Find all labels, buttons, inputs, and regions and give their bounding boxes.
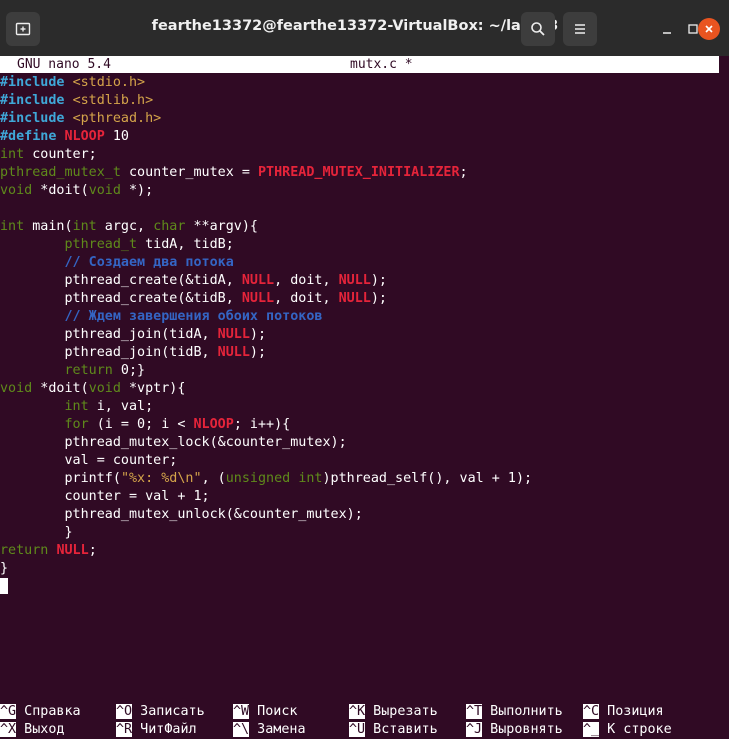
shortcut-label: ЧитФайл (132, 722, 197, 737)
code-line: pthread_create(&tidA, NULL, doit, NULL); (0, 273, 387, 288)
code-line: int main(int argc, char **argv){ (0, 219, 258, 234)
window-title: fearthe13372@fearthe13372-VirtualBox: ~/… (151, 18, 559, 34)
code-line: pthread_mutex_unlock(&counter_mutex); (0, 507, 363, 522)
shortcut-item[interactable]: ^K Вырезать (349, 703, 438, 721)
code-line: void *doit(void *); (0, 183, 154, 198)
shortcut-key: ^T (466, 704, 483, 719)
shortcut-label: Вставить (365, 722, 438, 737)
new-tab-icon (15, 22, 31, 36)
shortcut-item[interactable]: ^X Выход (0, 721, 65, 739)
nano-header-bar: GNU nano 5.4 mutx.c * (0, 56, 719, 73)
code-line: #define NLOOP 10 (0, 129, 129, 144)
shortcut-label: Записать (132, 704, 205, 719)
shortcut-item[interactable]: ^_ К строке (583, 721, 672, 739)
search-button[interactable] (521, 12, 555, 46)
shortcut-key: ^K (349, 704, 366, 719)
code-line: int counter; (0, 147, 97, 162)
code-line: pthread_create(&tidB, NULL, doit, NULL); (0, 291, 387, 306)
nano-version: GNU nano 5.4 (17, 57, 111, 72)
code-line: // Создаем два потока (0, 255, 234, 270)
shortcut-key: ^W (233, 704, 250, 719)
file-name: mutx.c * (350, 57, 413, 72)
scrollbar[interactable] (719, 56, 729, 739)
code-line: void *doit(void *vptr){ (0, 381, 186, 396)
search-icon (531, 22, 545, 36)
shortcut-item[interactable]: ^\ Замена (233, 721, 306, 739)
code-line: int i, val; (64, 399, 154, 414)
window-titlebar: fearthe13372@fearthe13372-VirtualBox: ~/… (0, 0, 729, 57)
code-line: pthread_t tidA, tidB; (64, 237, 234, 252)
minimize-button[interactable] (656, 18, 678, 40)
shortcut-label: К строке (599, 722, 672, 737)
shortcut-label: Поиск (249, 704, 298, 719)
menu-button[interactable] (563, 12, 597, 46)
code-line: printf("%x: %d\n", (unsigned int)pthread… (0, 471, 533, 486)
code-editor[interactable]: #include <stdio.h> #include <stdlib.h> #in… (0, 74, 719, 596)
shortcut-item[interactable]: ^O Записать (116, 703, 205, 721)
cursor-line (0, 578, 719, 596)
shortcut-item[interactable]: ^C Позиция (583, 703, 664, 721)
shortcut-key: ^C (583, 704, 600, 719)
shortcut-item[interactable]: ^G Справка (0, 703, 81, 721)
text-cursor (0, 578, 8, 594)
code-line: pthread_mutex_lock(&counter_mutex); (0, 435, 347, 450)
code-line: pthread_mutex_t counter_mutex = PTHREAD_… (0, 165, 468, 180)
code-line: val = counter; (0, 453, 178, 468)
shortcut-label: Справка (16, 704, 81, 719)
code-line: // Ждем завершения обоих потоков (0, 309, 323, 324)
shortcut-item[interactable]: ^R ЧитФайл (116, 721, 197, 739)
shortcut-label: Выполнить (482, 704, 563, 719)
code-line: #include <pthread.h> (0, 111, 162, 126)
shortcut-key: ^X (0, 722, 17, 737)
code-line: for (i = 0; i < NLOOP; i++){ (64, 417, 291, 432)
shortcut-item[interactable]: ^T Выполнить (466, 703, 563, 721)
close-button[interactable] (698, 18, 720, 40)
close-icon (705, 25, 713, 33)
shortcut-key: ^R (116, 722, 133, 737)
minimize-icon (663, 32, 671, 34)
shortcut-bar: ^G Справка ^O Записать ^W Поиск ^K Вырезать… (0, 703, 719, 739)
shortcut-label: Вырезать (365, 704, 438, 719)
code-line: #include <stdio.h> (0, 75, 146, 90)
code-line: } (0, 561, 9, 576)
shortcut-label: Выровнять (482, 722, 563, 737)
code-line: counter = val + 1; (0, 489, 210, 504)
shortcut-label: Позиция (599, 704, 664, 719)
shortcut-key: ^U (349, 722, 366, 737)
code-line: } (0, 525, 73, 540)
code-line: return NULL; (0, 543, 97, 558)
code-line: pthread_join(tidB, NULL); (0, 345, 267, 360)
shortcut-key: ^\ (233, 722, 250, 737)
shortcut-key: ^_ (583, 722, 600, 737)
hamburger-menu-icon (575, 24, 585, 34)
code-line: #include <stdlib.h> (0, 93, 154, 108)
code-line: return 0;} (64, 363, 146, 378)
shortcut-key: ^O (116, 704, 133, 719)
shortcut-key: ^J (466, 722, 483, 737)
shortcut-key: ^G (0, 704, 17, 719)
shortcut-label: Выход (16, 722, 65, 737)
shortcut-item[interactable]: ^W Поиск (233, 703, 298, 721)
shortcut-item[interactable]: ^U Вставить (349, 721, 438, 739)
new-tab-button[interactable] (6, 12, 40, 46)
code-line: pthread_join(tidA, NULL); (0, 327, 267, 342)
shortcut-item[interactable]: ^J Выровнять (466, 721, 563, 739)
shortcut-label: Замена (249, 722, 306, 737)
